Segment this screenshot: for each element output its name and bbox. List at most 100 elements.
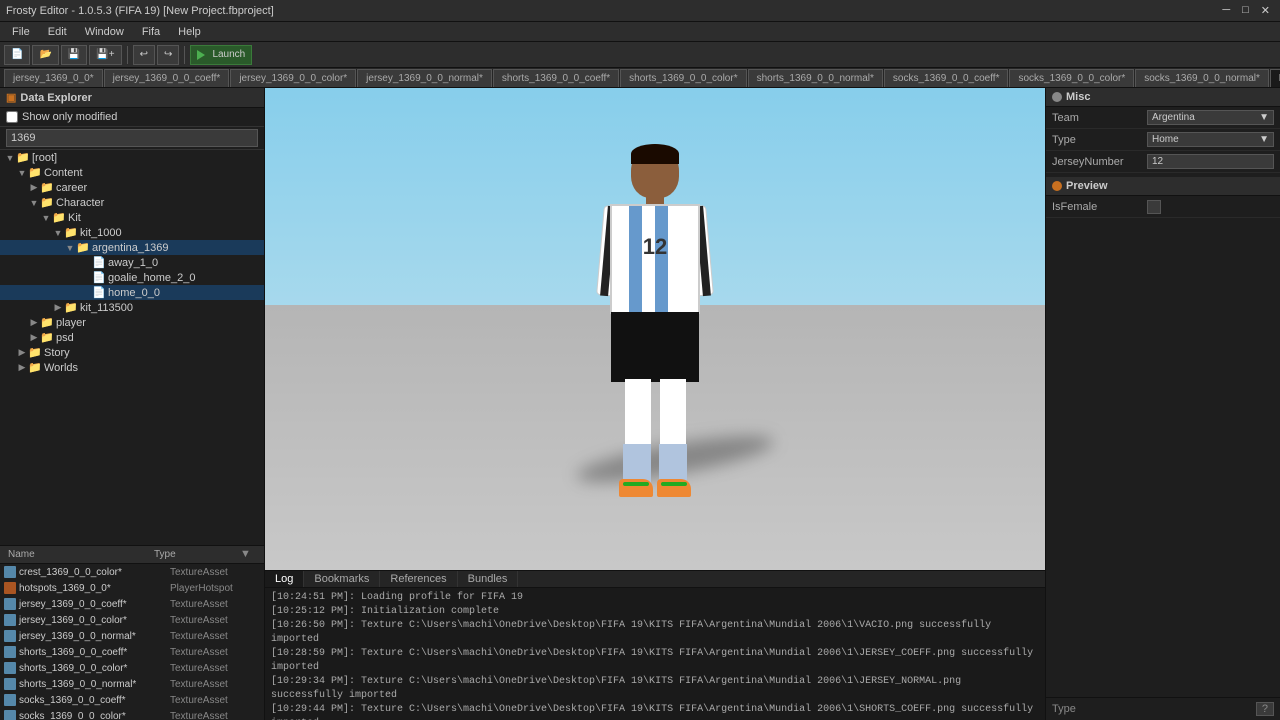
tree-item-character[interactable]: ▼ 📁 Character bbox=[0, 195, 264, 210]
folder-icon-kit1000: 📁 bbox=[64, 226, 78, 239]
log-tab-bundles[interactable]: Bundles bbox=[458, 571, 519, 587]
tab-shorts-normal[interactable]: shorts_1369_0_0_normal* bbox=[748, 69, 883, 87]
folder-icon-player: 📁 bbox=[40, 316, 54, 329]
search-input[interactable] bbox=[6, 129, 258, 147]
tree-arrow-argentina1369[interactable]: ▼ bbox=[64, 243, 76, 253]
tab-shorts-color[interactable]: shorts_1369_0_0_color* bbox=[620, 69, 746, 87]
viewport[interactable]: 12 bbox=[265, 88, 1045, 570]
title-text: Frosty Editor - 1.0.5.3 (FIFA 19) [New P… bbox=[6, 5, 274, 17]
tree-item-kit1000[interactable]: ▼ 📁 kit_1000 bbox=[0, 225, 264, 240]
close-btn[interactable]: ✕ bbox=[1257, 4, 1274, 17]
tree-item-goalie-home[interactable]: ▶ 📄 goalie_home_2_0 bbox=[0, 270, 264, 285]
tab-kit-previewer[interactable]: Kit Previewer bbox=[1270, 69, 1280, 87]
open-button[interactable]: 📂 bbox=[32, 45, 58, 65]
tab-socks-normal[interactable]: socks_1369_0_0_normal* bbox=[1135, 69, 1269, 87]
tree-item-kit113500[interactable]: ▶ 📁 kit_113500 bbox=[0, 300, 264, 315]
tree-arrow-player[interactable]: ▶ bbox=[28, 317, 40, 328]
tree-item-worlds[interactable]: ▶ 📁 Worlds bbox=[0, 360, 264, 375]
minimize-btn[interactable]: ─ bbox=[1218, 4, 1234, 17]
launch-button[interactable]: Launch bbox=[190, 45, 252, 65]
tree-arrow-character[interactable]: ▼ bbox=[28, 198, 40, 208]
asset-row-socks-coeff[interactable]: socks_1369_0_0_coeff* TextureAsset bbox=[0, 692, 264, 708]
tree-arrow-psd[interactable]: ▶ bbox=[28, 332, 40, 343]
isfemale-checkbox[interactable] bbox=[1147, 200, 1161, 214]
type-dropdown[interactable]: Home ▼ bbox=[1147, 132, 1274, 147]
hotspot-icon bbox=[4, 582, 16, 594]
tree-label-argentina1369: argentina_1369 bbox=[92, 242, 168, 254]
team-label: Team bbox=[1052, 112, 1147, 124]
jersey-stripe-1 bbox=[629, 206, 642, 312]
tree-item-career[interactable]: ▶ 📁 career bbox=[0, 180, 264, 195]
asset-row-hotspots[interactable]: hotspots_1369_0_0* PlayerHotspot bbox=[0, 580, 264, 596]
tree-arrow-kit113500[interactable]: ▶ bbox=[52, 302, 64, 313]
tree-item-kit[interactable]: ▼ 📁 Kit bbox=[0, 210, 264, 225]
asset-row-shorts-color[interactable]: shorts_1369_0_0_color* TextureAsset bbox=[0, 660, 264, 676]
preview-dot bbox=[1052, 181, 1062, 191]
log-tab-bookmarks[interactable]: Bookmarks bbox=[304, 571, 380, 587]
tree-arrow-career[interactable]: ▶ bbox=[28, 182, 40, 193]
asset-row-jersey-color[interactable]: jersey_1369_0_0_color* TextureAsset bbox=[0, 612, 264, 628]
tree-view: ▼ 📁 [root] ▼ 📁 Content ▶ 📁 career ▼ 📁 C bbox=[0, 150, 264, 545]
search-bar-container bbox=[0, 127, 264, 150]
tree-item-home00[interactable]: ▶ 📄 home_0_0 bbox=[0, 285, 264, 300]
save-all-button[interactable]: 💾+ bbox=[89, 45, 121, 65]
viewport-canvas[interactable]: 12 bbox=[265, 88, 1045, 570]
menu-help[interactable]: Help bbox=[170, 24, 209, 40]
menu-edit[interactable]: Edit bbox=[40, 24, 75, 40]
tab-shorts-coeff[interactable]: shorts_1369_0_0_coeff* bbox=[493, 69, 619, 87]
tree-item-story[interactable]: ▶ 📁 Story bbox=[0, 345, 264, 360]
menu-fifa[interactable]: Fifa bbox=[134, 24, 168, 40]
texture-icon-5 bbox=[4, 646, 16, 658]
asset-row-jersey-coeff[interactable]: jersey_1369_0_0_coeff* TextureAsset bbox=[0, 596, 264, 612]
new-button[interactable]: 📄 bbox=[4, 45, 30, 65]
tree-item-argentina1369[interactable]: ▼ 📁 argentina_1369 bbox=[0, 240, 264, 255]
player-number: 12 bbox=[643, 234, 667, 260]
help-button[interactable]: ? bbox=[1256, 702, 1274, 716]
asset-row-shorts-normal[interactable]: shorts_1369_0_0_normal* TextureAsset bbox=[0, 676, 264, 692]
save-button[interactable]: 💾 bbox=[61, 45, 87, 65]
prop-row-isfemale: IsFemale bbox=[1046, 196, 1280, 218]
texture-icon-8 bbox=[4, 694, 16, 706]
team-dropdown[interactable]: Argentina ▼ bbox=[1147, 110, 1274, 125]
asset-type-shorts-normal: TextureAsset bbox=[170, 679, 260, 690]
asset-row-shorts-coeff[interactable]: shorts_1369_0_0_coeff* TextureAsset bbox=[0, 644, 264, 660]
asset-row-jersey-normal[interactable]: jersey_1369_0_0_normal* TextureAsset bbox=[0, 628, 264, 644]
tree-arrow-kit1000[interactable]: ▼ bbox=[52, 228, 64, 238]
tree-arrow-kit[interactable]: ▼ bbox=[40, 213, 52, 223]
tree-item-psd[interactable]: ▶ 📁 psd bbox=[0, 330, 264, 345]
tab-jersey-coeff2[interactable]: jersey_1369_0_0_coeff* bbox=[104, 69, 230, 87]
jersey-number-input[interactable] bbox=[1147, 154, 1274, 169]
tree-arrow-worlds[interactable]: ▶ bbox=[16, 362, 28, 373]
asset-type-socks-coeff: TextureAsset bbox=[170, 695, 260, 706]
asset-row-socks-color[interactable]: socks_1369_0_0_color* TextureAsset bbox=[0, 708, 264, 720]
tab-socks-coeff[interactable]: socks_1369_0_0_coeff* bbox=[884, 69, 1009, 87]
tab-jersey-normal[interactable]: jersey_1369_0_0_normal* bbox=[357, 69, 492, 87]
menu-file[interactable]: File bbox=[4, 24, 38, 40]
maximize-btn[interactable]: □ bbox=[1238, 4, 1253, 17]
log-tab-log[interactable]: Log bbox=[265, 571, 304, 587]
tree-item-player[interactable]: ▶ 📁 player bbox=[0, 315, 264, 330]
tree-item-away10[interactable]: ▶ 📄 away_1_0 bbox=[0, 255, 264, 270]
tree-arrow-story[interactable]: ▶ bbox=[16, 347, 28, 358]
folder-icon-root: 📁 bbox=[16, 151, 30, 164]
tab-jersey-color[interactable]: jersey_1369_0_0_color* bbox=[230, 69, 356, 87]
tab-socks-color[interactable]: socks_1369_0_0_color* bbox=[1009, 69, 1134, 87]
log-line-5: [10:29:34 PM]: Texture C:\Users\machi\On… bbox=[271, 675, 1039, 703]
tab-jersey-coeff[interactable]: jersey_1369_0_0* bbox=[4, 69, 103, 87]
folder-icon-worlds: 📁 bbox=[28, 361, 42, 374]
log-tab-references[interactable]: References bbox=[380, 571, 457, 587]
explorer-title: Data Explorer bbox=[20, 92, 92, 104]
tree-arrow-root[interactable]: ▼ bbox=[4, 153, 16, 163]
redo-button[interactable]: ↪ bbox=[157, 45, 179, 65]
menu-window[interactable]: Window bbox=[77, 24, 132, 40]
asset-row-crest[interactable]: crest_1369_0_0_color* TextureAsset bbox=[0, 564, 264, 580]
sort-arrow[interactable]: ▼ bbox=[240, 548, 260, 561]
show-modified-checkbox[interactable] bbox=[6, 111, 18, 123]
tree-arrow-content[interactable]: ▼ bbox=[16, 168, 28, 178]
tree-item-root[interactable]: ▼ 📁 [root] bbox=[0, 150, 264, 165]
tree-item-content[interactable]: ▼ 📁 Content bbox=[0, 165, 264, 180]
main-content: ▣ Data Explorer Show only modified ▼ 📁 [… bbox=[0, 88, 1280, 720]
team-dropdown-arrow: ▼ bbox=[1259, 112, 1269, 123]
undo-button[interactable]: ↩ bbox=[133, 45, 155, 65]
prop-row-jersey-number: JerseyNumber bbox=[1046, 151, 1280, 173]
